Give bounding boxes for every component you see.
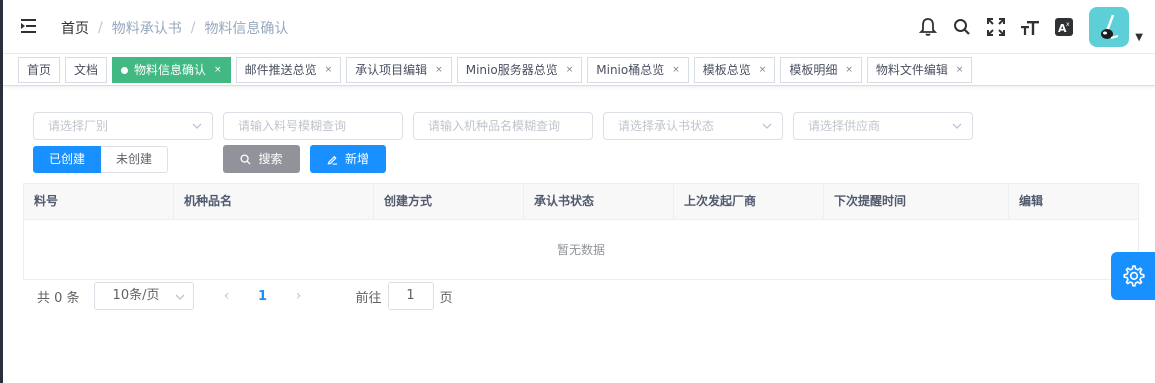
tab-item[interactable]: 首页 <box>18 57 61 83</box>
close-icon[interactable]: × <box>566 58 574 82</box>
approval-status-placeholder: 请选择承认书状态 <box>618 119 715 133</box>
column-header: 编辑 <box>1019 194 1044 208</box>
chevron-down-icon <box>952 123 962 129</box>
search-button-label: 搜索 <box>258 152 283 166</box>
created-toggle-button[interactable]: 已创建 <box>33 146 102 173</box>
table-header: 料号 机种品名 创建方式 承认书状态 上次发起厂商 下次提醒时间 编辑 <box>24 184 1138 220</box>
prev-page-button[interactable]: ‹ <box>210 288 244 304</box>
tab-item[interactable]: 承认项目编辑 × <box>346 57 452 83</box>
model-name-placeholder: 请输入机种品名模糊查询 <box>428 119 561 133</box>
close-icon[interactable]: × <box>435 58 443 82</box>
active-dot-icon <box>121 66 129 74</box>
search-icon[interactable] <box>952 17 972 37</box>
goto-label: 前往 <box>355 290 382 306</box>
add-button-label: 新增 <box>344 152 369 166</box>
close-icon[interactable]: × <box>325 58 333 82</box>
factory-select[interactable]: 请选择厂别 <box>33 112 213 140</box>
tab-item[interactable]: 物料信息确认 × <box>112 57 231 83</box>
avatar[interactable] <box>1089 7 1130 47</box>
approval-status-select[interactable]: 请选择承认书状态 <box>603 112 783 140</box>
settings-gear-icon <box>1123 265 1145 287</box>
column-header: 料号 <box>24 184 174 219</box>
tab-label: 文档 <box>74 63 99 77</box>
svg-text:x: x <box>1066 21 1070 28</box>
part-number-input[interactable]: 请输入料号模糊查询 <box>223 112 403 140</box>
fullscreen-icon[interactable] <box>986 17 1006 37</box>
column-header: 机种品名 <box>174 184 374 219</box>
edit-icon <box>327 155 338 165</box>
breadcrumb-home[interactable]: 首页 <box>61 18 89 38</box>
add-button[interactable]: 新增 <box>310 145 386 173</box>
tab-item[interactable]: 模板明细 × <box>780 57 862 83</box>
column-header: 承认书状态 <box>524 184 674 219</box>
chevron-down-icon <box>192 123 202 129</box>
tab-label: 邮件推送总览 <box>244 63 317 77</box>
tab-label: 首页 <box>27 63 52 77</box>
next-page-button[interactable]: › <box>282 288 316 304</box>
tab-item[interactable]: 物料文件编辑 × <box>866 57 973 83</box>
search-button[interactable]: 搜索 <box>223 145 300 173</box>
not-created-toggle-button[interactable]: 未创建 <box>101 146 169 173</box>
goto-page-input[interactable]: 1 <box>387 282 434 310</box>
breadcrumb: 首页 / 物料承认书 / 物料信息确认 <box>61 18 288 38</box>
caret-down-icon[interactable]: ▼ <box>1135 32 1143 43</box>
chevron-down-icon <box>762 123 772 129</box>
font-size-icon[interactable] <box>1020 17 1040 37</box>
tab-item[interactable]: 文档 <box>65 57 108 83</box>
page-suffix-label: 页 <box>439 290 453 306</box>
column-header: 上次发起厂商 <box>674 184 824 219</box>
empty-state-text: 暂无数据 <box>556 243 605 257</box>
tab-label: Minio桶总览 <box>596 63 665 77</box>
search-icon <box>240 153 252 165</box>
tab-item[interactable]: Minio桶总览 × <box>587 57 689 83</box>
translate-icon[interactable]: Ax <box>1054 17 1074 37</box>
close-icon[interactable]: × <box>759 58 767 82</box>
top-navbar: 首页 / 物料承认书 / 物料信息确认 Ax ▼ <box>3 0 1155 54</box>
page-size-value: 10条/页 <box>112 288 160 303</box>
tab-label: Minio服务器总览 <box>465 63 558 77</box>
current-page-number[interactable]: 1 <box>248 289 278 304</box>
close-icon[interactable]: × <box>956 58 964 82</box>
total-count: 共 0 条 <box>37 290 80 306</box>
tab-item[interactable]: Minio服务器总览 × <box>456 57 583 83</box>
tab-label: 模板明细 <box>789 63 838 77</box>
tab-label: 模板总览 <box>702 63 751 77</box>
hamburger-icon[interactable] <box>19 16 39 36</box>
breadcrumb-separator: / <box>98 20 103 36</box>
supplier-select-placeholder: 请选择供应商 <box>808 119 881 133</box>
close-icon[interactable]: × <box>845 58 853 82</box>
tab-label: 物料文件编辑 <box>875 63 948 77</box>
creation-toggle: 已创建 未创建 <box>33 146 169 173</box>
breadcrumb-material-approval[interactable]: 物料承认书 <box>112 18 182 38</box>
chevron-down-icon <box>175 294 185 300</box>
part-number-placeholder: 请输入料号模糊查询 <box>238 119 347 133</box>
bell-icon[interactable] <box>918 17 938 37</box>
breadcrumb-current: 物料信息确认 <box>204 21 289 37</box>
model-name-input[interactable]: 请输入机种品名模糊查询 <box>413 112 593 140</box>
pagination: 共 0 条 10条/页 ‹ 1 › 前往 1 页 <box>37 282 453 310</box>
tab-item[interactable]: 邮件推送总览 × <box>235 57 342 83</box>
column-header: 创建方式 <box>374 184 524 219</box>
tab-label: 承认项目编辑 <box>355 63 428 77</box>
page-size-select[interactable]: 10条/页 <box>93 282 194 310</box>
close-icon[interactable]: × <box>214 58 222 82</box>
navbar-actions: Ax ▼ <box>911 0 1155 54</box>
tab-label: 物料信息确认 <box>134 63 207 77</box>
column-header: 下次提醒时间 <box>824 184 1009 219</box>
material-table: 料号 机种品名 创建方式 承认书状态 上次发起厂商 下次提醒时间 编辑 暂无数据 <box>23 183 1139 280</box>
supplier-select[interactable]: 请选择供应商 <box>793 112 973 140</box>
factory-select-placeholder: 请选择厂别 <box>48 119 109 133</box>
tags-view: 首页 文档 物料信息确认 × 邮件推送总览 × 承认项目编辑 × Minio服务器总览 × Mini… <box>3 54 1155 86</box>
close-icon[interactable]: × <box>672 58 680 82</box>
tag-list: 首页 文档 物料信息确认 × 邮件推送总览 × 承认项目编辑 × Minio服务器总览 × Mini… <box>18 57 977 83</box>
user-menu[interactable]: ▼ <box>1089 7 1143 47</box>
breadcrumb-separator: / <box>190 20 196 36</box>
settings-panel-button[interactable] <box>1111 252 1155 300</box>
tab-item[interactable]: 模板总览 × <box>693 57 776 83</box>
